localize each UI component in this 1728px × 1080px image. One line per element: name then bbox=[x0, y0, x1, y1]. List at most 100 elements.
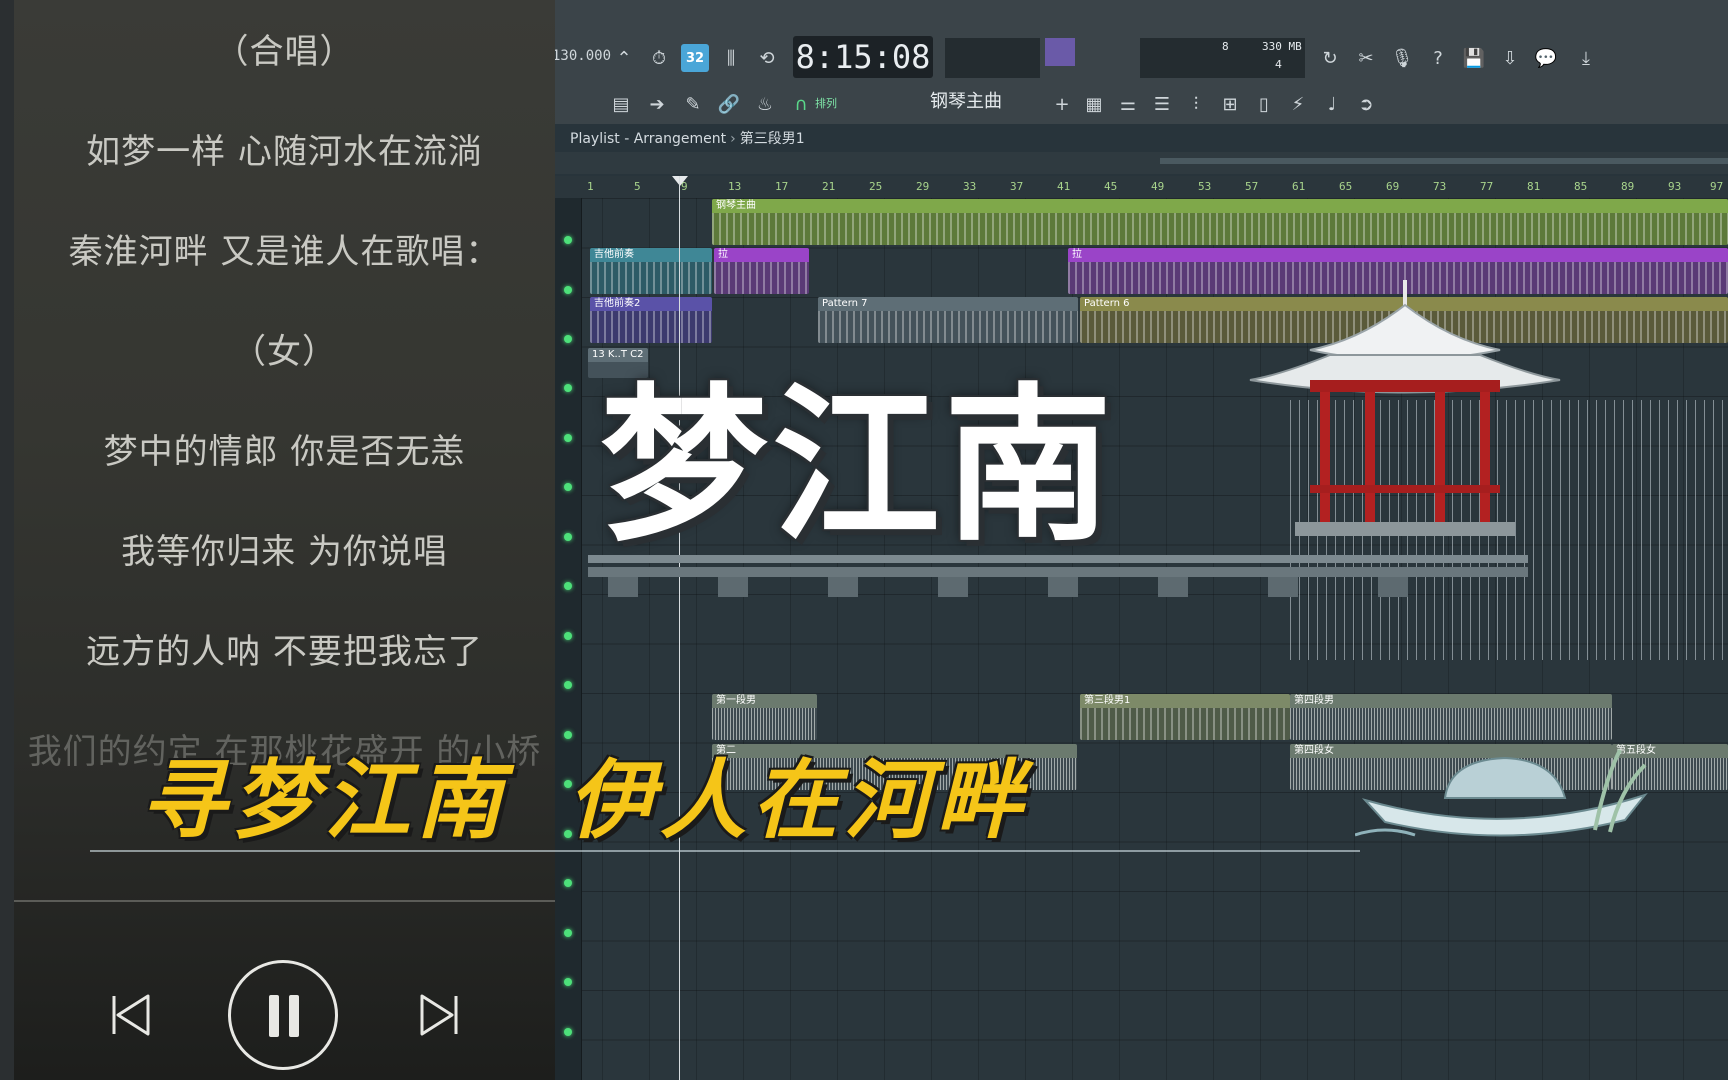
track-led[interactable] bbox=[564, 929, 572, 937]
ruler-tick: 77 bbox=[1480, 180, 1494, 193]
cpu-value: 8 bbox=[1222, 40, 1229, 53]
memory-value: 330 MB bbox=[1262, 40, 1302, 53]
snap-label[interactable]: 排列 bbox=[815, 95, 837, 111]
browser-icon[interactable]: ⊞ bbox=[1216, 90, 1244, 118]
track-led[interactable] bbox=[564, 582, 572, 590]
water-line bbox=[90, 850, 1360, 852]
arrow-right-icon[interactable]: ➔ bbox=[643, 90, 671, 118]
ruler-tick: 37 bbox=[1010, 180, 1024, 193]
ruler-tick: 49 bbox=[1151, 180, 1165, 193]
breadcrumb-current[interactable]: 第三段男1 bbox=[740, 131, 805, 147]
add-pattern-icon[interactable]: + bbox=[1048, 90, 1076, 118]
save-icon[interactable]: 💾 bbox=[1460, 44, 1488, 72]
track-led[interactable] bbox=[564, 286, 572, 294]
track-led[interactable] bbox=[564, 879, 572, 887]
ruler-tick: 25 bbox=[869, 180, 883, 193]
breadcrumb-root[interactable]: Playlist - Arrangement bbox=[570, 131, 726, 147]
render-icon[interactable]: ⇩ bbox=[1496, 44, 1524, 72]
track-led[interactable] bbox=[564, 978, 572, 986]
help-icon[interactable]: ? bbox=[1424, 44, 1452, 72]
chat-icon[interactable]: 💬 bbox=[1532, 44, 1560, 72]
pencil-icon[interactable]: ✎ bbox=[679, 90, 707, 118]
playback-progress-bar[interactable] bbox=[14, 900, 555, 902]
undo-icon[interactable]: ↻ bbox=[1316, 44, 1344, 72]
track-mute-column bbox=[555, 198, 582, 1080]
clip-section3-male1[interactable]: 第三段男1 bbox=[1080, 694, 1290, 740]
lock-icon[interactable]: ➲ bbox=[1352, 90, 1380, 118]
next-track-button[interactable] bbox=[418, 990, 462, 1040]
subtitle-part-a: 寻梦江南 bbox=[140, 750, 508, 851]
track-led[interactable] bbox=[564, 1028, 572, 1036]
track-led[interactable] bbox=[564, 434, 572, 442]
link-icon[interactable]: 🔗 bbox=[715, 90, 743, 118]
track-led[interactable] bbox=[564, 632, 572, 640]
clip-pluck[interactable]: 拉 bbox=[714, 248, 809, 294]
ruler-tick: 97 bbox=[1710, 180, 1724, 193]
metronome-icon[interactable]: ⌃ bbox=[610, 44, 638, 72]
ruler-tick: 5 bbox=[634, 180, 641, 193]
song-position-clock[interactable]: 8:15:08 bbox=[793, 36, 933, 78]
loop-record-icon[interactable]: ⟲ bbox=[753, 44, 781, 72]
ruler-tick: 57 bbox=[1245, 180, 1259, 193]
breadcrumb: Playlist - Arrangement › 第三段男1 bbox=[570, 128, 805, 150]
tempo-display[interactable]: 130.000 bbox=[552, 48, 611, 64]
track-led[interactable] bbox=[564, 335, 572, 343]
clip-label: Pattern 7 bbox=[818, 297, 1078, 311]
clip-section4-male[interactable]: 第四段男 bbox=[1290, 694, 1612, 740]
lyric-line: 梦中的情郎 你是否无恙 bbox=[103, 432, 466, 472]
pause-icon bbox=[289, 995, 299, 1037]
previous-track-button[interactable] bbox=[108, 990, 152, 1040]
clip-label: 第一段男 bbox=[712, 694, 817, 708]
boat-icon bbox=[1355, 749, 1648, 837]
piano-roll-icon[interactable]: ▤ bbox=[607, 90, 635, 118]
lyric-line: 我等你归来 为你说唱 bbox=[121, 532, 448, 572]
channel-rack-icon[interactable]: ⚌ bbox=[1114, 90, 1142, 118]
clip-piano-main[interactable]: 钢琴主曲 bbox=[712, 199, 1728, 245]
step-sequencer-icon[interactable]: ☰ bbox=[1148, 90, 1176, 118]
tempo-tapper-icon[interactable]: ♩ bbox=[1318, 90, 1346, 118]
clip-label: 第三段男1 bbox=[1080, 694, 1290, 708]
mixer-icon[interactable]: ⫶ bbox=[1182, 90, 1210, 118]
wait-record-icon[interactable]: ⏱ bbox=[645, 44, 673, 72]
track-led[interactable] bbox=[564, 384, 572, 392]
clock-main: 8:15 bbox=[795, 38, 873, 76]
pause-button[interactable] bbox=[228, 960, 338, 1070]
download-icon[interactable]: ⤓ bbox=[1572, 44, 1600, 72]
ruler-tick: 21 bbox=[822, 180, 836, 193]
cut-icon[interactable]: ✂ bbox=[1352, 44, 1380, 72]
stamp-icon[interactable]: ♨ bbox=[751, 90, 779, 118]
timeline-ruler[interactable]: 1 5 9 13 17 21 25 29 33 37 41 45 49 53 5… bbox=[555, 176, 1728, 199]
clock-sub: 08 bbox=[891, 38, 931, 76]
skip-forward-icon bbox=[420, 994, 458, 1036]
clip-label: 吉他前奏 bbox=[590, 248, 712, 262]
polyphony-value: 4 bbox=[1275, 58, 1282, 71]
playhead-marker[interactable] bbox=[672, 176, 688, 186]
breadcrumb-separator: › bbox=[730, 131, 736, 147]
playlist-icon[interactable]: ▦ bbox=[1080, 90, 1108, 118]
pattern-selector[interactable]: 钢琴主曲 bbox=[905, 88, 1027, 116]
track-led[interactable] bbox=[564, 681, 572, 689]
track-led[interactable] bbox=[564, 483, 572, 491]
file-icon[interactable]: ▯ bbox=[1250, 90, 1278, 118]
ruler-tick: 89 bbox=[1621, 180, 1635, 193]
step-edit-icon[interactable]: ⫼ bbox=[717, 44, 745, 72]
ruler-tick: 17 bbox=[775, 180, 789, 193]
song-overview-scrollbar[interactable] bbox=[555, 152, 1728, 174]
ruler-tick: 69 bbox=[1386, 180, 1400, 193]
magnet-icon[interactable]: ∩ bbox=[787, 90, 815, 118]
track-led[interactable] bbox=[564, 236, 572, 244]
track-led[interactable] bbox=[564, 533, 572, 541]
microphone-icon[interactable]: 🎙 bbox=[1388, 44, 1416, 72]
plugin-icon[interactable]: ⚡ bbox=[1284, 90, 1312, 118]
clip-label: 拉 bbox=[1068, 248, 1728, 262]
clip-guitar-intro[interactable]: 吉他前奏 bbox=[590, 248, 712, 294]
subtitle-part-b: 伊人在河畔 bbox=[568, 750, 1028, 851]
ruler-tick: 85 bbox=[1574, 180, 1588, 193]
clip-label: 第四段男 bbox=[1290, 694, 1612, 708]
lyric-line: （女） bbox=[232, 332, 337, 372]
ruler-tick: 13 bbox=[728, 180, 742, 193]
lyric-line: 秦淮河畔 又是谁人在歌唱： bbox=[68, 232, 501, 272]
pattern-counter-button[interactable]: 32 bbox=[681, 44, 709, 72]
pavilion-icon bbox=[1249, 280, 1561, 536]
ruler-tick: 73 bbox=[1433, 180, 1447, 193]
